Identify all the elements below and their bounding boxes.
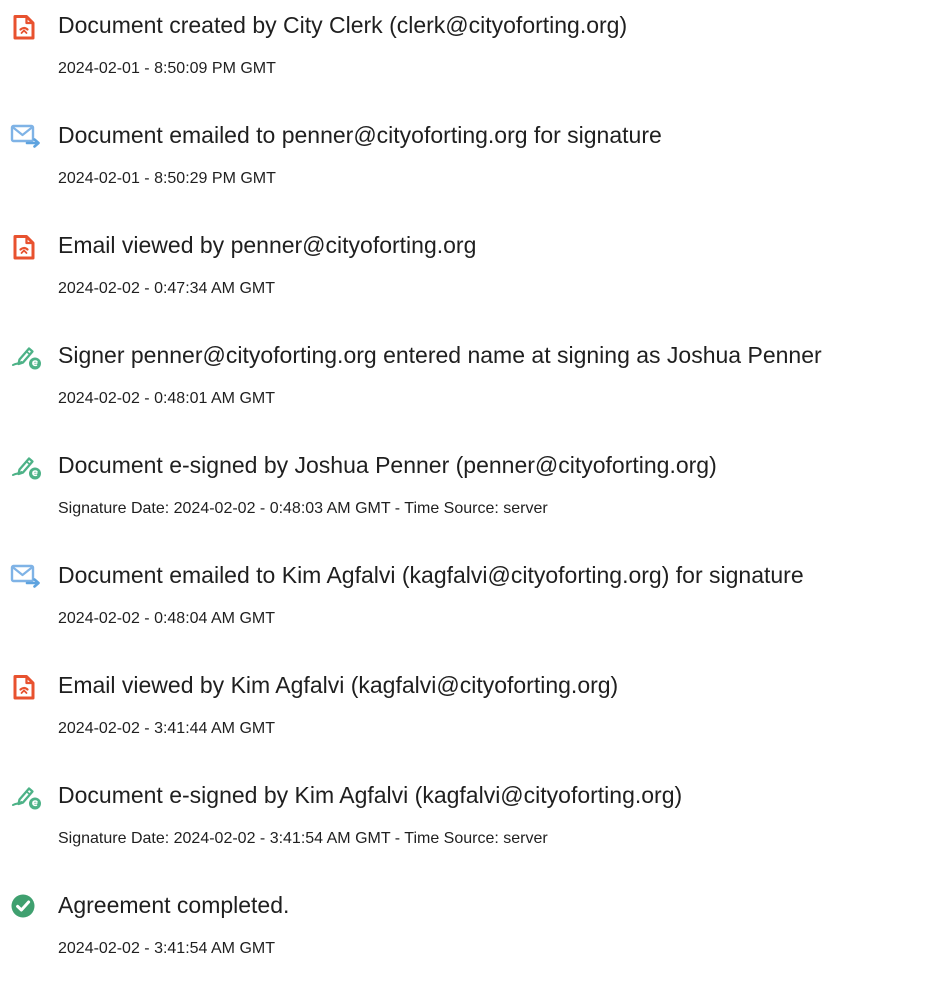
- audit-event: Document e-signed by Kim Agfalvi (kagfal…: [0, 776, 942, 866]
- event-timestamp: 2024-02-02 - 0:48:01 AM GMT: [58, 390, 275, 407]
- event-timestamp: 2024-02-02 - 3:41:54 AM GMT: [58, 940, 275, 957]
- signature-icon: [9, 341, 43, 371]
- email-icon: [9, 121, 43, 151]
- email-icon: [9, 561, 43, 591]
- event-timestamp: 2024-02-01 - 8:50:29 PM GMT: [58, 170, 276, 187]
- event-title: Document emailed to Kim Agfalvi (kagfalv…: [58, 562, 804, 588]
- event-title: Agreement completed.: [58, 892, 290, 918]
- event-title: Email viewed by Kim Agfalvi (kagfalvi@ci…: [58, 672, 619, 698]
- event-timestamp: 2024-02-01 - 8:50:09 PM GMT: [58, 60, 276, 77]
- event-title: Document e-signed by Joshua Penner (penn…: [58, 452, 717, 478]
- check-circle-icon: [9, 891, 43, 921]
- audit-event: Document emailed to penner@cityoforting.…: [0, 116, 942, 206]
- event-title: Email viewed by penner@cityoforting.org: [58, 232, 477, 258]
- audit-event: Document emailed to Kim Agfalvi (kagfalv…: [0, 556, 942, 646]
- event-title: Document emailed to penner@cityoforting.…: [58, 122, 662, 148]
- event-timestamp: Signature Date: 2024-02-02 - 3:41:54 AM …: [58, 830, 548, 847]
- audit-event: Document created by City Clerk (clerk@ci…: [0, 6, 942, 96]
- signature-icon: [9, 781, 43, 811]
- event-title: Signer penner@cityoforting.org entered n…: [58, 342, 822, 368]
- document-icon: [9, 231, 43, 261]
- document-icon: [9, 671, 43, 701]
- event-timestamp: 2024-02-02 - 0:47:34 AM GMT: [58, 280, 275, 297]
- signature-icon: [9, 451, 43, 481]
- event-timestamp: 2024-02-02 - 0:48:04 AM GMT: [58, 610, 275, 627]
- audit-event: Agreement completed. 2024-02-02 - 3:41:5…: [0, 886, 942, 976]
- audit-event: Signer penner@cityoforting.org entered n…: [0, 336, 942, 426]
- audit-event: Email viewed by penner@cityoforting.org …: [0, 226, 942, 316]
- event-timestamp: 2024-02-02 - 3:41:44 AM GMT: [58, 720, 275, 737]
- document-icon: [9, 11, 43, 41]
- audit-event: Document e-signed by Joshua Penner (penn…: [0, 446, 942, 536]
- audit-event-list: Document created by City Clerk (clerk@ci…: [0, 0, 942, 994]
- event-title: Document e-signed by Kim Agfalvi (kagfal…: [58, 782, 683, 808]
- event-timestamp: Signature Date: 2024-02-02 - 0:48:03 AM …: [58, 500, 548, 517]
- audit-event: Email viewed by Kim Agfalvi (kagfalvi@ci…: [0, 666, 942, 756]
- event-title: Document created by City Clerk (clerk@ci…: [58, 12, 628, 38]
